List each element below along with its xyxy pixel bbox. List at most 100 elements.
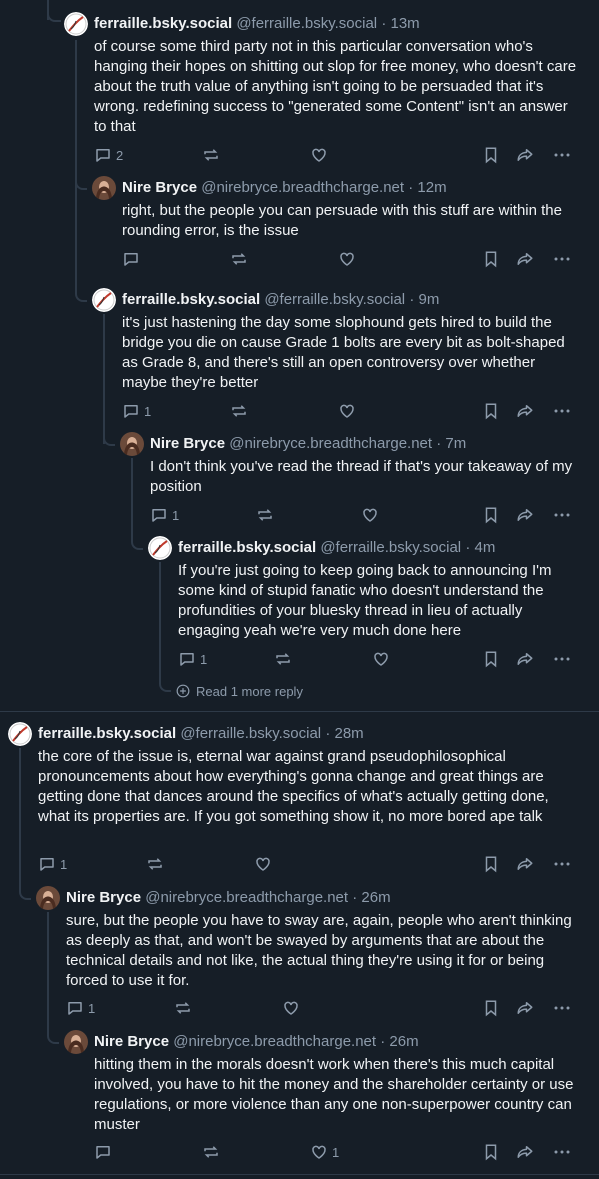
share-button[interactable] — [515, 505, 535, 525]
bookmark-button[interactable] — [482, 649, 500, 669]
bookmark-button[interactable] — [482, 1142, 500, 1162]
reply-button[interactable]: 2 — [94, 145, 123, 165]
reply-icon — [124, 405, 138, 418]
separator: · — [325, 725, 331, 742]
author-handle[interactable]: @nirebryce.breadthcharge.net — [201, 179, 404, 196]
like-button[interactable] — [338, 249, 356, 269]
repost-button[interactable] — [274, 649, 292, 669]
repost-button[interactable] — [146, 854, 164, 874]
more-icon — [554, 257, 570, 261]
separator: · — [408, 179, 414, 196]
share-button[interactable] — [515, 649, 535, 669]
author-name[interactable]: Nire Bryce — [122, 179, 197, 196]
more-button[interactable] — [553, 649, 571, 669]
bookmark-icon — [485, 651, 497, 668]
author-handle[interactable]: @ferraille.bsky.social — [180, 725, 321, 742]
action-bar: 2 — [94, 145, 584, 165]
read-more-replies-link[interactable]: Read 1 more reply — [176, 681, 303, 701]
avatar[interactable] — [64, 12, 88, 36]
avatar[interactable] — [8, 722, 32, 746]
author-handle[interactable]: @nirebryce.breadthcharge.net — [145, 889, 348, 906]
author-handle[interactable]: @ferraille.bsky.social — [264, 291, 405, 308]
bookmark-button[interactable] — [482, 401, 500, 421]
author-name[interactable]: Nire Bryce — [150, 435, 225, 452]
repost-button[interactable] — [174, 998, 192, 1018]
more-button[interactable] — [553, 998, 571, 1018]
like-button[interactable]: 1 — [310, 1142, 339, 1162]
author-name[interactable]: ferraille.bsky.social — [38, 725, 176, 742]
timestamp[interactable]: 13m — [390, 15, 419, 32]
like-button[interactable] — [254, 854, 272, 874]
action-bar — [122, 249, 584, 269]
more-button[interactable] — [553, 505, 571, 525]
more-button[interactable] — [553, 1142, 571, 1162]
like-button[interactable] — [310, 145, 328, 165]
repost-button[interactable] — [230, 249, 248, 269]
avatar[interactable] — [148, 536, 172, 560]
reply-button[interactable]: 1 — [150, 505, 179, 525]
author-name[interactable]: ferraille.bsky.social — [122, 291, 260, 308]
post-text: I don't think you've read the thread if … — [150, 458, 573, 495]
avatar[interactable] — [92, 288, 116, 312]
reply-icon — [96, 149, 110, 162]
reply-button[interactable]: 1 — [38, 854, 67, 874]
bookmark-button[interactable] — [482, 249, 500, 269]
share-button[interactable] — [515, 998, 535, 1018]
reply-button[interactable]: 1 — [122, 401, 151, 421]
like-button[interactable] — [338, 401, 356, 421]
repost-button[interactable] — [202, 1142, 220, 1162]
repost-button[interactable] — [256, 505, 274, 525]
share-icon — [517, 405, 533, 417]
timestamp[interactable]: 28m — [334, 725, 363, 742]
like-button[interactable] — [282, 998, 300, 1018]
more-button[interactable] — [553, 854, 571, 874]
bookmark-button[interactable] — [482, 505, 500, 525]
bookmark-icon — [485, 147, 497, 164]
repost-button[interactable] — [202, 145, 220, 165]
timestamp[interactable]: 4m — [474, 539, 495, 556]
reply-button[interactable] — [94, 1142, 116, 1162]
author-name[interactable]: Nire Bryce — [94, 1033, 169, 1050]
post-text: it's just hastening the day some slophou… — [122, 314, 565, 391]
more-button[interactable] — [553, 249, 571, 269]
bookmark-button[interactable] — [482, 854, 500, 874]
timestamp[interactable]: 7m — [445, 435, 466, 452]
like-button[interactable] — [361, 505, 379, 525]
avatar[interactable] — [64, 1030, 88, 1054]
reply-button[interactable] — [122, 249, 144, 269]
bookmark-button[interactable] — [482, 145, 500, 165]
more-button[interactable] — [553, 145, 571, 165]
more-icon — [554, 1150, 570, 1154]
more-button[interactable] — [553, 401, 571, 421]
author-name[interactable]: Nire Bryce — [66, 889, 141, 906]
author-handle[interactable]: @ferraille.bsky.social — [236, 15, 377, 32]
reply-button[interactable]: 1 — [66, 998, 95, 1018]
author-name[interactable]: ferraille.bsky.social — [178, 539, 316, 556]
author-handle[interactable]: @ferraille.bsky.social — [320, 539, 461, 556]
timestamp[interactable]: 26m — [361, 889, 390, 906]
like-button[interactable] — [372, 649, 390, 669]
share-button[interactable] — [515, 1142, 535, 1162]
share-icon — [517, 509, 533, 521]
timestamp[interactable]: 9m — [418, 291, 439, 308]
like-icon — [312, 148, 326, 162]
avatar[interactable] — [92, 176, 116, 200]
author-name[interactable]: ferraille.bsky.social — [94, 15, 232, 32]
avatar[interactable] — [120, 432, 144, 456]
reply-count: 1 — [200, 651, 208, 667]
timestamp[interactable]: 12m — [417, 179, 446, 196]
share-button[interactable] — [515, 401, 535, 421]
timestamp[interactable]: 26m — [389, 1033, 418, 1050]
reply-button[interactable]: 1 — [178, 649, 207, 669]
share-button[interactable] — [515, 145, 535, 165]
repost-button[interactable] — [230, 401, 248, 421]
author-handle[interactable]: @nirebryce.breadthcharge.net — [173, 1033, 376, 1050]
author-handle[interactable]: @nirebryce.breadthcharge.net — [229, 435, 432, 452]
share-button[interactable] — [515, 854, 535, 874]
post-header: ferraille.bsky.social @ferraille.bsky.so… — [178, 538, 495, 558]
share-button[interactable] — [515, 249, 535, 269]
avatar[interactable] — [36, 886, 60, 910]
more-icon — [554, 1006, 570, 1010]
bookmark-button[interactable] — [482, 998, 500, 1018]
post-header: Nire Bryce @nirebryce.breadthcharge.net … — [94, 1032, 419, 1052]
